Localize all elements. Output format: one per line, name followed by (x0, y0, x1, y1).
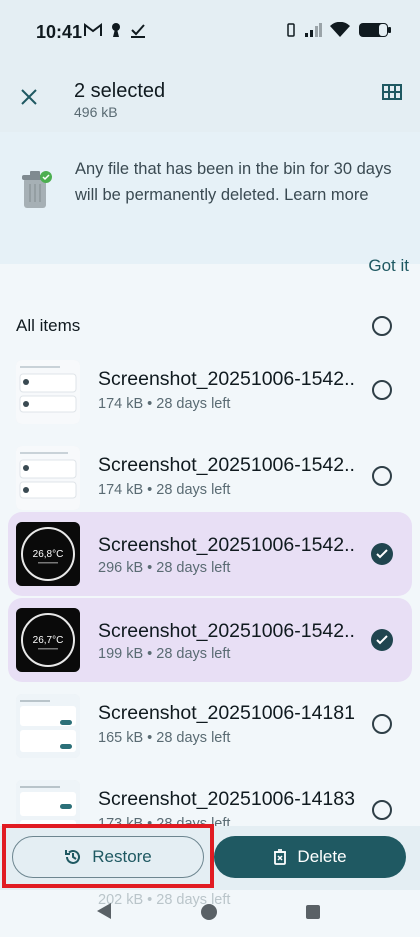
delete-forever-icon (274, 849, 287, 865)
restore-button[interactable]: Restore (12, 836, 204, 878)
thumbnail-temperature: 26,8°C (33, 549, 64, 560)
file-name: Screenshot_20251006-14181... (98, 702, 356, 724)
check-download-icon (131, 24, 145, 38)
file-name: Screenshot_20251006-1542... (98, 620, 356, 642)
selection-toolbar: 2 selected 496 kB (0, 60, 420, 132)
bin-info-banner: Any file that has been in the bin for 30… (0, 132, 420, 275)
screenshot-thumbnail (16, 694, 80, 758)
signal-icon (305, 23, 322, 37)
screenshot-thumbnail (16, 360, 80, 424)
checkmark-icon (376, 549, 388, 559)
file-name: Screenshot_20251006-1542... (98, 534, 356, 556)
bin-info-text: Any file that has been in the bin for 30… (75, 160, 392, 204)
file-name: Screenshot_20251006-1542... (98, 368, 356, 390)
file-meta: 165 kB • 28 days left (98, 730, 231, 746)
file-meta: 174 kB • 28 days left (98, 482, 231, 498)
wifi-icon (330, 22, 350, 37)
file-meta: 296 kB • 28 days left (98, 560, 231, 576)
list-item-selected[interactable]: 26,7°C Screenshot_20251006-1542... 199 k… (0, 598, 420, 682)
file-name: Screenshot_20251006-1542... (98, 454, 356, 476)
status-bar: 10:41 (0, 0, 420, 60)
status-notification-icons (84, 22, 146, 38)
selection-size: 496 kB (74, 104, 118, 120)
screenshot-thumbnail: 26,8°C (16, 522, 80, 586)
close-selection-button[interactable] (14, 82, 44, 112)
file-meta: 199 kB • 28 days left (98, 646, 231, 662)
gmail-icon (84, 23, 102, 36)
selection-count: 2 selected (74, 80, 166, 102)
item-select-radio[interactable] (372, 466, 392, 486)
screenshot-thumbnail (16, 446, 80, 510)
item-select-radio[interactable] (372, 800, 392, 820)
home-icon[interactable] (201, 904, 217, 920)
delete-button[interactable]: Delete (214, 836, 406, 878)
close-icon (21, 89, 37, 105)
recents-icon[interactable] (306, 905, 320, 919)
list-item[interactable]: Screenshot_20251006-1542... 174 kB • 28 … (0, 436, 420, 518)
list-item[interactable]: Screenshot_20251006-14181... 165 kB • 28… (0, 684, 420, 766)
restore-history-icon (65, 849, 81, 864)
list-item[interactable]: Screenshot_20251006-1542... 174 kB • 28 … (0, 350, 420, 432)
thumbnail-temperature: 26,7°C (33, 635, 64, 646)
bottom-action-bar: Restore Delete (0, 826, 420, 890)
got-it-button[interactable]: Got it (368, 256, 409, 276)
grid-view-icon (382, 84, 402, 100)
battery-icon (359, 23, 391, 37)
item-selected-check[interactable] (371, 629, 393, 651)
item-selected-check[interactable] (371, 543, 393, 565)
trash-bin-icon (18, 168, 54, 217)
grid-view-button[interactable] (382, 84, 406, 108)
item-select-radio[interactable] (372, 380, 392, 400)
file-name: Screenshot_20251006-14183... (98, 788, 356, 810)
screenshot-thumbnail: 26,7°C (16, 608, 80, 672)
select-all-radio[interactable] (372, 316, 392, 336)
status-system-icons (286, 22, 392, 38)
back-icon[interactable] (96, 902, 112, 920)
restore-label: Restore (92, 847, 152, 866)
all-items-label: All items (16, 316, 81, 335)
checkmark-icon (376, 635, 388, 645)
keyhole-icon (112, 23, 120, 37)
item-select-radio[interactable] (372, 714, 392, 734)
list-item-selected[interactable]: 26,8°C Screenshot_20251006-1542... 296 k… (0, 512, 420, 596)
vibrate-icon (287, 23, 295, 37)
status-time: 10:41 (36, 22, 83, 42)
file-meta: 174 kB • 28 days left (98, 396, 231, 412)
delete-label: Delete (297, 847, 347, 866)
system-navigation-bar: 202 kB • 28 days left (0, 890, 420, 937)
